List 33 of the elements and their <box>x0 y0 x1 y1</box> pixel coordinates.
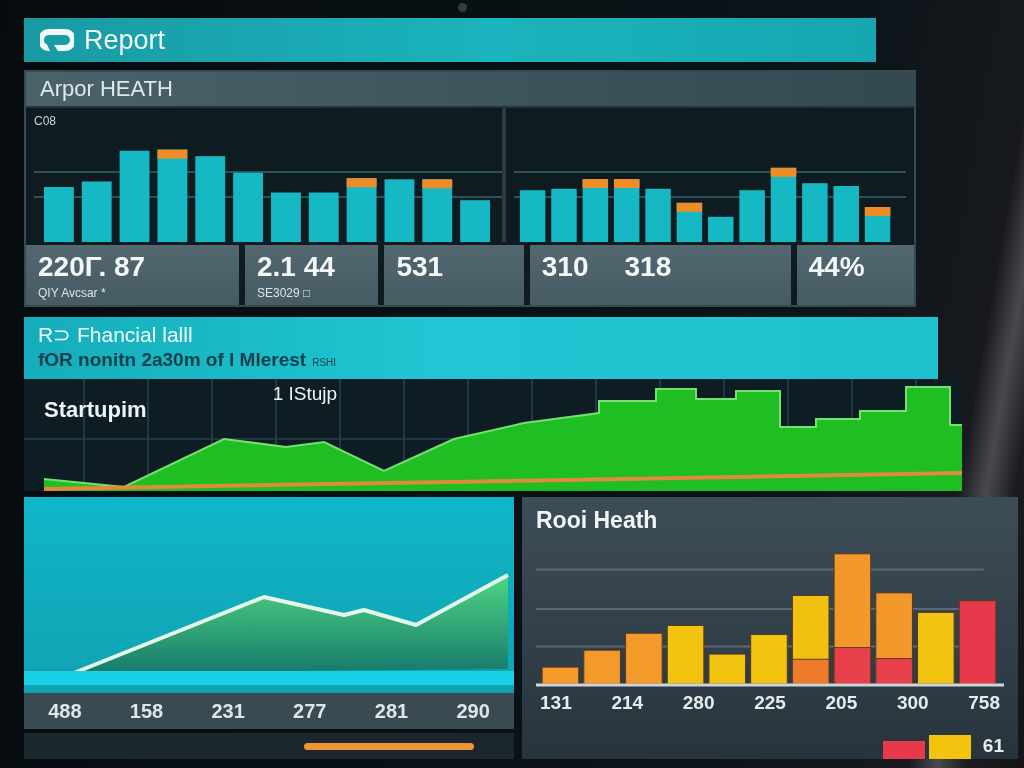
axis-label: C08 <box>34 114 56 128</box>
report-title: Report <box>84 24 166 56</box>
panel-title: Arpor HEATH <box>40 76 173 102</box>
axis-label: 290 <box>456 699 490 723</box>
banner-title: R⊃ Fhancial lalll <box>38 322 193 348</box>
chart-label: 1 IStujp <box>272 383 338 405</box>
logo-icon <box>40 28 74 52</box>
axis-label: 205 <box>825 692 858 714</box>
axis-label: 758 <box>968 692 1000 714</box>
stat-value: 531 <box>396 251 444 283</box>
axis-label: 225 <box>754 692 786 714</box>
stat-value: 220Γ. 87 <box>38 251 146 283</box>
axis-label: 158 <box>129 699 164 723</box>
chart-label: Startupim <box>44 397 147 423</box>
stat-value: 318 <box>624 251 672 283</box>
axis-label: 131 <box>540 692 572 714</box>
axis-label: 488 <box>48 699 82 723</box>
axis-label: 281 <box>374 699 409 723</box>
camera-lens-icon <box>458 3 467 12</box>
chart-title: Rooi Heath <box>536 507 658 534</box>
stat-value: 44% <box>808 251 865 283</box>
axis-label: 231 <box>211 699 245 723</box>
axis-label: 280 <box>682 692 715 714</box>
stat-caption: QIY Avcsar * <box>38 286 106 300</box>
axis-label: 61 <box>982 734 1004 758</box>
banner-subtitle: fOR nonitn 2a30m of l Mlerest <box>38 348 307 372</box>
axis-label: 277 <box>293 699 327 723</box>
stat-caption: SE3029 □ <box>257 286 311 300</box>
stat-value: 310 <box>541 251 589 283</box>
stat-value: 2.1 44 <box>257 251 335 283</box>
axis-label: 300 <box>896 692 929 714</box>
axis-label: 214 <box>611 692 644 714</box>
banner-tag: RSHI <box>312 357 337 368</box>
